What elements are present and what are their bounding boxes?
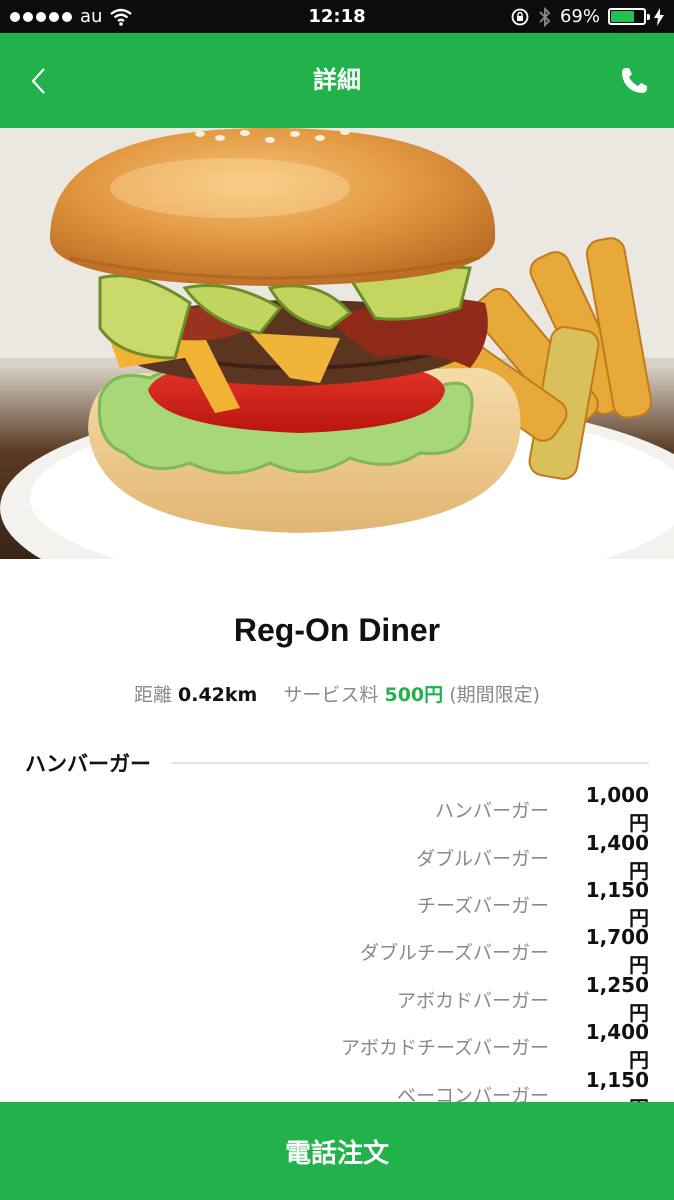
status-right: 69% (510, 0, 664, 33)
carousel-dot[interactable] (343, 537, 351, 545)
battery-percent: 69% (559, 6, 600, 27)
carousel-dot[interactable] (295, 537, 309, 545)
battery-fill (611, 11, 635, 22)
battery-icon (608, 8, 650, 25)
nav-header: 詳細 (0, 33, 674, 128)
menu-item[interactable]: チーズバーガー 1,150円 (0, 877, 674, 930)
menu-item-name: ハンバーガー (434, 800, 549, 823)
hamburger-photo (0, 128, 674, 559)
status-bar: au 12:18 69% (0, 0, 674, 33)
section-divider (171, 762, 649, 764)
distance-label: 距離 (133, 684, 172, 706)
menu-item-price: 1,400円 (585, 830, 649, 883)
menu-item-name: アボカドチーズバーガー (340, 1037, 549, 1060)
back-button[interactable] (18, 61, 58, 101)
phone-order-label: 電話注文 (284, 1138, 389, 1169)
service-fee-label: サービス料 (283, 684, 379, 706)
menu-item[interactable]: アボカドバーガー 1,250円 (0, 972, 674, 1025)
menu-item[interactable]: ハンバーガー 1,000円 (0, 786, 674, 836)
carousel-dot[interactable] (315, 537, 323, 545)
service-fee-note: (期間限定) (449, 684, 541, 706)
menu-item-price: 1,400円 (585, 1020, 649, 1073)
menu-list[interactable]: ハンバーガー 1,000円 ダブルバーガー 1,400円 チーズバーガー 1,150円 ダブ… (0, 786, 674, 1102)
menu-section-header: ハンバーガー (25, 748, 649, 778)
carousel-dot[interactable] (357, 537, 365, 545)
carousel-dot[interactable] (329, 537, 337, 545)
call-button[interactable] (614, 61, 654, 101)
chevron-left-icon (31, 68, 45, 94)
shop-name: Reg-On Diner (233, 612, 441, 648)
orientation-lock-icon (511, 8, 529, 25)
menu-item[interactable]: アボカドチーズバーガー 1,400円 (0, 1020, 674, 1073)
menu-item[interactable]: ダブルチーズバーガー 1,700円 (0, 925, 674, 978)
menu-item-price: 1,000円 (585, 786, 649, 836)
menu-section-title: ハンバーガー (25, 752, 151, 776)
bluetooth-icon (539, 6, 551, 27)
carousel-dots[interactable] (0, 537, 674, 545)
carousel-dot[interactable] (371, 537, 379, 545)
menu-item-price: 1,150円 (585, 877, 649, 930)
service-fee-value: 500円 (384, 684, 444, 706)
phone-icon (622, 68, 647, 93)
page-title: 詳細 (313, 66, 361, 94)
menu-item-name: ダブルバーガー (415, 847, 549, 870)
phone-order-button[interactable]: 電話注文 (0, 1102, 674, 1200)
hero-carousel[interactable] (0, 128, 674, 559)
menu-item-price: 1,700円 (585, 925, 649, 978)
shop-info-line: 距離 0.42km サービス料 500円 (期間限定) (0, 680, 674, 707)
menu-item[interactable]: ダブルバーガー 1,400円 (0, 831, 674, 883)
menu-item-name: アボカドバーガー (396, 989, 549, 1012)
charging-bolt-icon (654, 7, 664, 26)
menu-item-name: ダブルチーズバーガー (359, 942, 549, 965)
menu-item-name: チーズバーガー (416, 894, 549, 917)
menu-item-name: ベーコンバーガー (396, 1084, 549, 1102)
menu-item-price: 1,150円 (585, 1067, 649, 1102)
menu-item-price: 1,250円 (585, 972, 649, 1025)
menu-item[interactable]: ベーコンバーガー 1,150円 (0, 1067, 674, 1102)
distance-value: 0.42km (178, 684, 258, 706)
